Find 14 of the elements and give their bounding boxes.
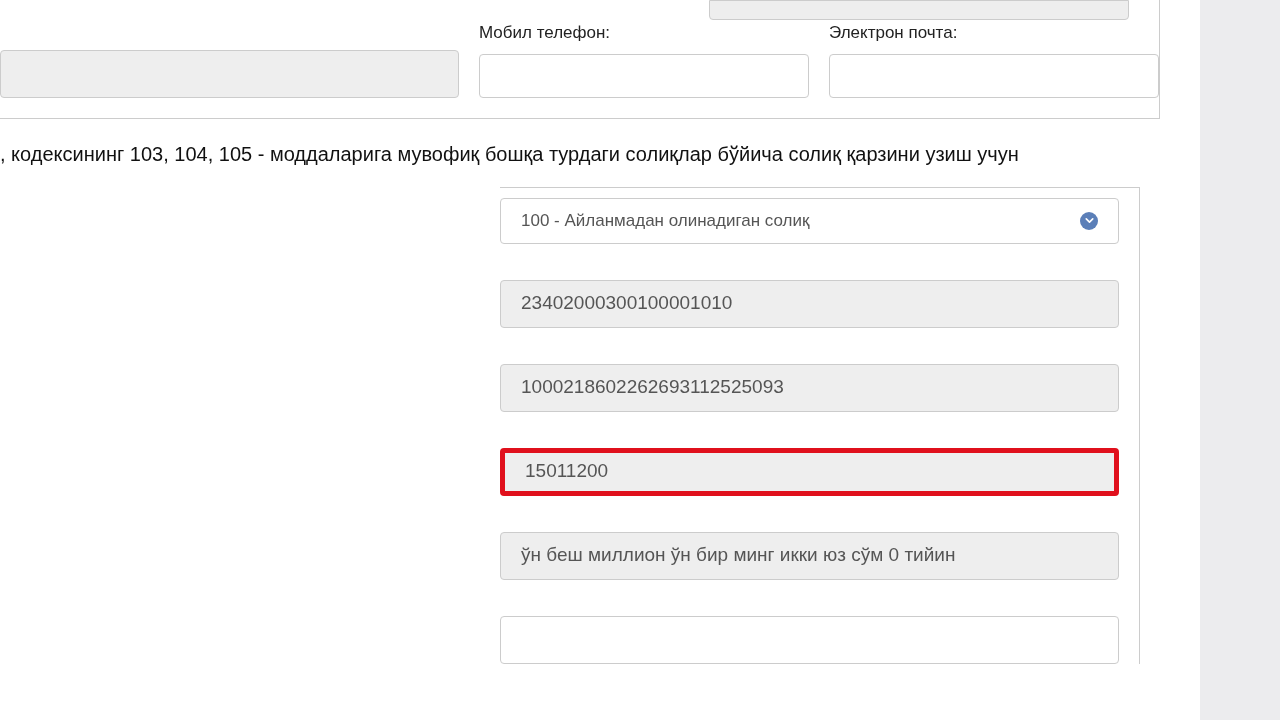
input-field[interactable] xyxy=(500,615,1119,664)
input-field[interactable] xyxy=(709,0,1129,20)
fieldset-legend: , кодексининг 103, 104, 105 - моддаларига мувофиқ бошқа турдаги солиқлар бўйича солиқ қарзини узиш учун xyxy=(0,138,1140,169)
select-dropdown[interactable]: 100 - Айланмадан олинадиган солиқ xyxy=(500,197,1119,244)
input-field[interactable]: 15011200 xyxy=(500,447,1119,496)
input-field[interactable] xyxy=(479,53,809,98)
input-field[interactable]: 23402000300100001010 xyxy=(500,279,1119,328)
field-label: Мобил телефон: xyxy=(479,22,612,44)
input-field[interactable] xyxy=(829,53,1159,98)
input-field[interactable]: 1000218602262693112525093 xyxy=(500,363,1119,412)
chevron-down-icon xyxy=(1080,211,1098,230)
field-label: Электрон почта: xyxy=(829,22,959,44)
input-field[interactable]: ўн беш миллион ўн бир минг икки юз сўм 0 тийин xyxy=(500,531,1119,580)
input-field[interactable] xyxy=(0,49,459,98)
